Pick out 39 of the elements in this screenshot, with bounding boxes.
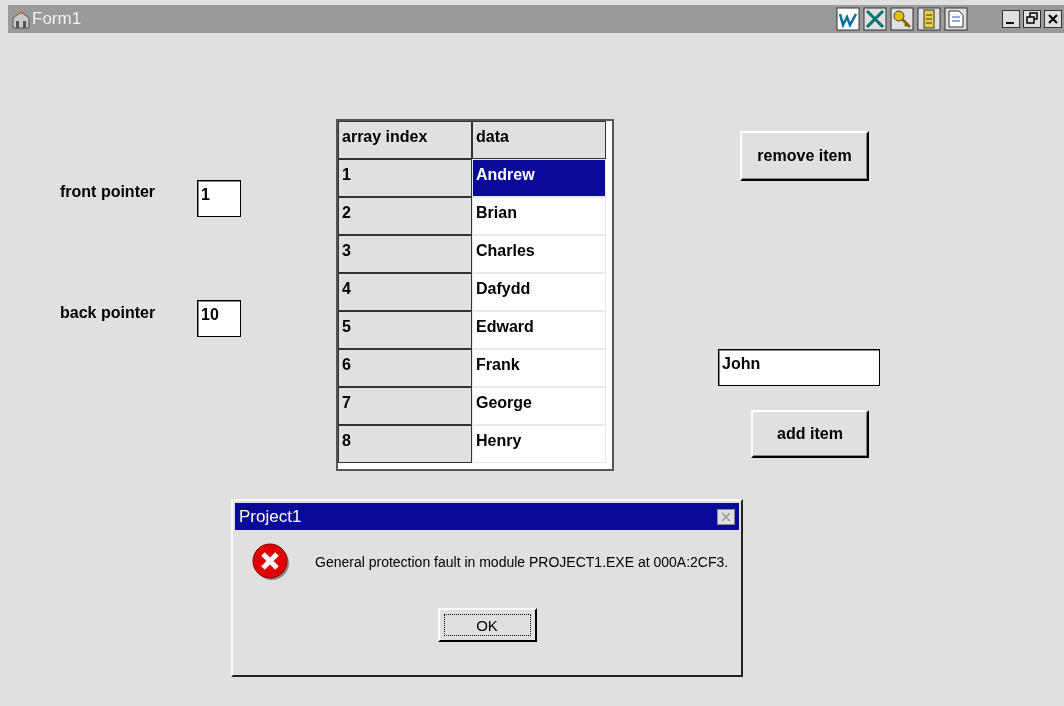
table-cell[interactable]: Frank bbox=[472, 349, 606, 387]
window-title: Form1 bbox=[32, 9, 82, 29]
document-icon[interactable] bbox=[917, 7, 941, 31]
column-header[interactable]: array index bbox=[338, 121, 472, 159]
field-label: back pointer bbox=[60, 304, 156, 322]
table-cell: 7 bbox=[338, 387, 472, 425]
table-cell: 3 bbox=[338, 235, 472, 273]
table-cell: 2 bbox=[338, 197, 472, 235]
table-cell[interactable]: Charles bbox=[472, 235, 606, 273]
input-field[interactable]: John bbox=[718, 349, 880, 386]
input-field[interactable]: 1 bbox=[197, 180, 241, 217]
minimize-icon[interactable] bbox=[1002, 10, 1020, 28]
table-cell[interactable]: Henry bbox=[472, 425, 606, 463]
column-header[interactable]: data bbox=[472, 121, 606, 159]
table-cell[interactable]: Dafydd bbox=[472, 273, 606, 311]
table-cell: 5 bbox=[338, 311, 472, 349]
error-message: General protection fault in module PROJECT1.EXE at 000A:2CF3. bbox=[315, 554, 729, 570]
table-cell[interactable]: Edward bbox=[472, 311, 606, 349]
table-cell[interactable]: Brian bbox=[472, 197, 606, 235]
building-icon bbox=[12, 9, 30, 29]
key-icon[interactable] bbox=[890, 7, 914, 31]
table-cell[interactable]: Andrew bbox=[472, 159, 606, 197]
remove-item-button[interactable]: remove item bbox=[740, 131, 869, 181]
add-item-button[interactable]: add item bbox=[751, 410, 869, 458]
table-cell: 8 bbox=[338, 425, 472, 463]
table-cell[interactable]: George bbox=[472, 387, 606, 425]
table-cell: 4 bbox=[338, 273, 472, 311]
close-icon[interactable] bbox=[717, 508, 735, 525]
table-cell: 1 bbox=[338, 159, 472, 197]
input-field[interactable]: 10 bbox=[197, 300, 241, 337]
error-icon bbox=[251, 542, 291, 582]
dialog-title: Project1 bbox=[239, 506, 302, 527]
close-icon[interactable] bbox=[1044, 10, 1062, 28]
pages-icon[interactable] bbox=[944, 7, 968, 31]
field-label: front pointer bbox=[60, 183, 156, 201]
letter-w-icon[interactable] bbox=[836, 7, 860, 31]
table-cell: 6 bbox=[338, 349, 472, 387]
restore-icon[interactable] bbox=[1023, 10, 1041, 28]
ok-button[interactable]: OK bbox=[437, 608, 537, 642]
